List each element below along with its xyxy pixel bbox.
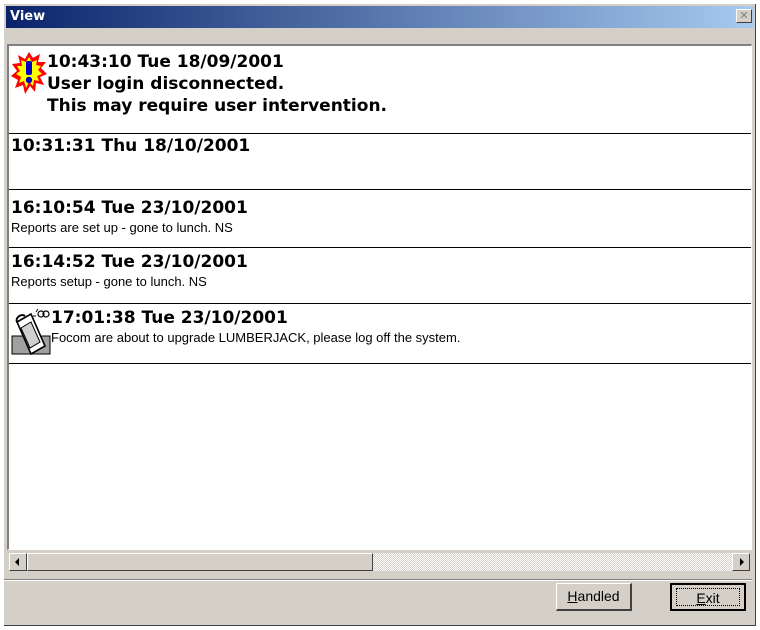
title-bar[interactable]: View ✕ <box>6 6 754 28</box>
alert-icon <box>11 52 47 94</box>
scroll-left-button[interactable] <box>9 553 27 571</box>
message-line-1: Reports are set up - gone to lunch. NS <box>11 220 233 235</box>
message-line-1: Focom are about to upgrade LUMBERJACK, p… <box>51 330 461 345</box>
message-line-2: This may require user intervention. <box>47 96 387 116</box>
handled-button[interactable]: Handled <box>556 583 632 611</box>
message-timestamp: 17:01:38 Tue 23/10/2001 <box>51 308 288 328</box>
scroll-thumb[interactable] <box>27 553 373 571</box>
arrow-right-icon <box>740 558 744 566</box>
focus-rect: Exit <box>676 588 740 606</box>
exit-button-label: Exit <box>696 590 720 606</box>
window-title: View <box>10 9 46 24</box>
message-timestamp: 10:31:31 Thu 18/10/2001 <box>11 136 251 156</box>
list-item[interactable]: 17:01:38 Tue 23/10/2001 Focom are about … <box>9 304 751 364</box>
list-item[interactable]: 10:43:10 Tue 18/09/2001 User login disco… <box>9 46 751 134</box>
footer-divider <box>4 579 752 581</box>
list-item[interactable]: 10:31:31 Thu 18/10/2001 <box>9 134 751 190</box>
message-line-1: User login disconnected. <box>47 74 285 94</box>
message-timestamp: 16:10:54 Tue 23/10/2001 <box>11 198 248 218</box>
horizontal-scrollbar[interactable] <box>9 553 750 571</box>
message-timestamp: 16:14:52 Tue 23/10/2001 <box>11 252 248 272</box>
exit-button[interactable]: Exit <box>670 583 746 611</box>
list-item[interactable]: 16:14:52 Tue 23/10/2001 Reports setup - … <box>9 248 751 304</box>
close-icon: ✕ <box>739 9 749 22</box>
handled-button-label: Handled <box>567 588 620 604</box>
scroll-right-button[interactable] <box>732 553 750 571</box>
close-button[interactable]: ✕ <box>736 9 752 23</box>
list-item[interactable]: 16:10:54 Tue 23/10/2001 Reports are set … <box>9 190 751 248</box>
message-line-1: Reports setup - gone to lunch. NS <box>11 274 207 289</box>
message-timestamp: 10:43:10 Tue 18/09/2001 <box>47 52 284 72</box>
message-list[interactable]: 10:43:10 Tue 18/09/2001 User login disco… <box>7 44 752 550</box>
phone-icon <box>11 308 51 356</box>
arrow-left-icon <box>15 558 19 566</box>
